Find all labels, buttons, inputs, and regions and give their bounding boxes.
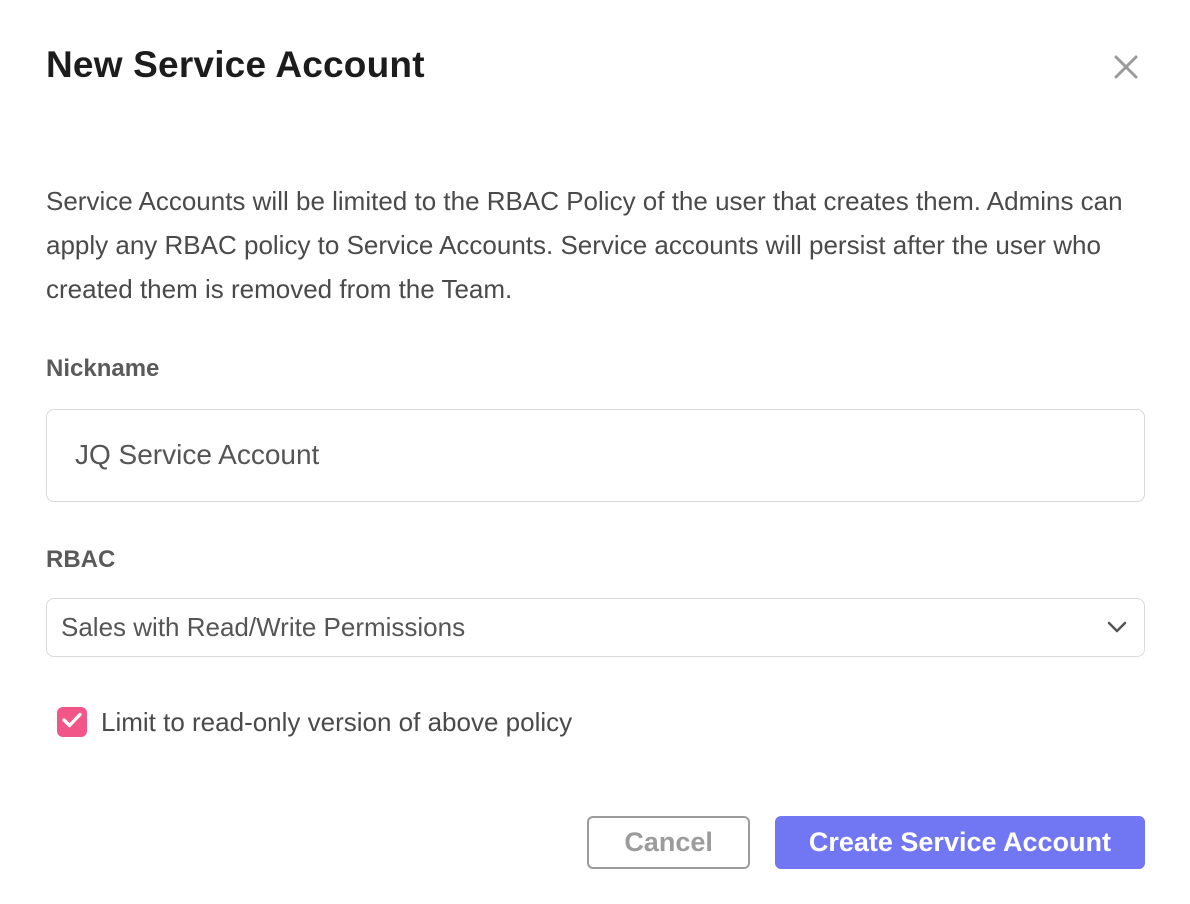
readonly-checkbox[interactable] <box>57 707 87 737</box>
cancel-button[interactable]: Cancel <box>587 816 750 869</box>
new-service-account-modal: New Service Account Service Accounts wil… <box>0 0 1190 904</box>
rbac-label: RBAC <box>46 546 1145 574</box>
close-icon <box>1111 70 1141 85</box>
rbac-select-wrapper: Sales with Read/Write Permissions <box>46 598 1145 657</box>
modal-footer: Cancel Create Service Account <box>587 816 1145 869</box>
modal-description: Service Accounts will be limited to the … <box>46 179 1145 311</box>
readonly-checkbox-label: Limit to read-only version of above poli… <box>101 707 572 738</box>
nickname-label: Nickname <box>46 355 1145 383</box>
create-service-account-button[interactable]: Create Service Account <box>775 816 1145 869</box>
modal-title: New Service Account <box>46 44 425 87</box>
checkmark-icon <box>62 712 82 733</box>
rbac-select[interactable]: Sales with Read/Write Permissions <box>46 598 1145 657</box>
readonly-checkbox-row[interactable]: Limit to read-only version of above poli… <box>57 707 1145 738</box>
close-button[interactable] <box>1107 48 1145 86</box>
modal-header: New Service Account <box>46 44 1145 87</box>
nickname-input[interactable] <box>46 409 1145 502</box>
